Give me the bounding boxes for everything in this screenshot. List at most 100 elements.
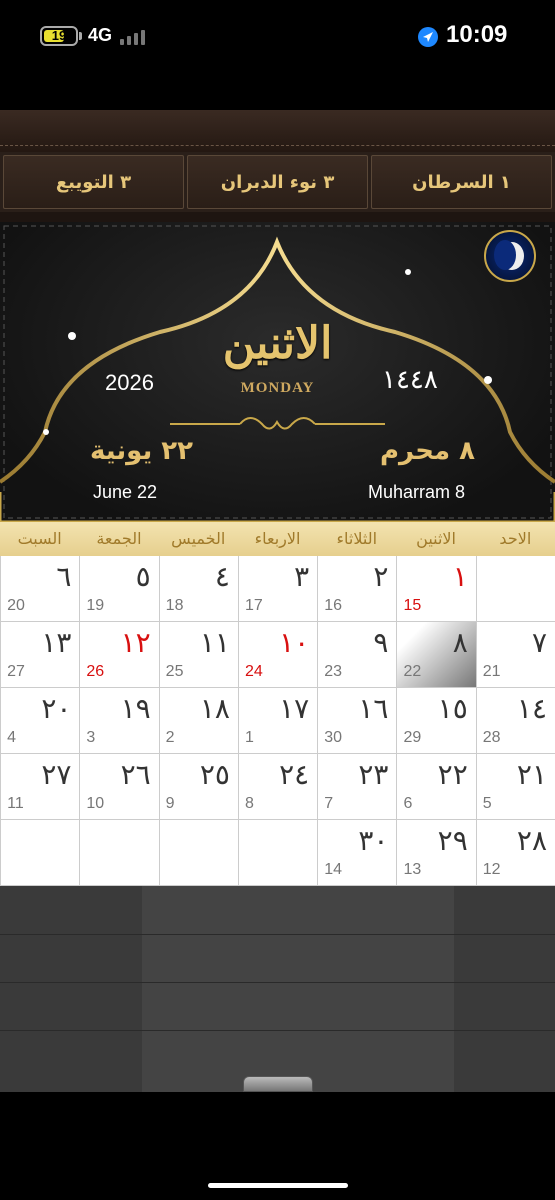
star-season-1[interactable]: ١ السرطان [371, 155, 552, 209]
weekday-label: السبت [17, 529, 62, 548]
hijri-year: ١٤٤٨ [382, 365, 438, 395]
gregorian-day-number: 5 [482, 795, 492, 812]
day-cell[interactable]: ٥ 19 [79, 556, 159, 622]
weekday-label: الاحد [499, 529, 532, 548]
gregorian-day-number: 20 [7, 597, 25, 614]
day-cell[interactable]: ٢٢ 6 [396, 754, 476, 820]
battery-icon: 19 [40, 26, 78, 46]
gregorian-day-number: 1 [244, 729, 254, 746]
hijri-day-number: ٢ [373, 560, 389, 593]
day-cell[interactable]: ١ 15 [396, 556, 476, 622]
empty-cell [237, 820, 318, 886]
location-arrow-icon [418, 27, 438, 47]
day-cell[interactable]: ١٦ 30 [317, 688, 397, 754]
gregorian-day-number: 27 [7, 663, 25, 680]
weekday-label: الجمعة [96, 529, 142, 548]
gregorian-day-number: 7 [324, 795, 334, 812]
gregorian-day-number: 8 [244, 795, 254, 812]
hijri-day-number: ٣ [294, 560, 310, 593]
gregorian-year: 2026 [105, 370, 154, 395]
hijri-day-number: ٧ [531, 626, 547, 659]
gregorian-day-number: 30 [324, 729, 342, 746]
clock: 10:09 [446, 21, 508, 48]
day-cell[interactable]: ١٧ 1 [237, 688, 318, 754]
drawer-handle[interactable] [243, 1076, 313, 1092]
day-cell[interactable]: ٢٨ 12 [475, 820, 555, 886]
status-bar: 19 4G 10:09 [0, 0, 555, 80]
day-cell[interactable]: ١١ 25 [158, 622, 238, 688]
gregorian-day-number: 4 [7, 729, 17, 746]
day-cell[interactable]: ٢٠ 4 [0, 688, 80, 754]
star-season-2[interactable]: ٣ نوء الدبران [187, 155, 368, 209]
day-cell[interactable]: ٢٦ 10 [79, 754, 159, 820]
star-season-3[interactable]: ٣ التويبع [3, 155, 184, 209]
empty-cell [0, 820, 80, 886]
day-cell[interactable]: ١٢ 26 [79, 622, 159, 688]
gregorian-day-number: 2 [165, 729, 175, 746]
day-cell[interactable]: ٨ 22 [396, 622, 476, 688]
ornamental-arch-frame [0, 225, 555, 522]
day-cell[interactable]: ٣٠ 14 [317, 820, 397, 886]
battery-level: 19 [51, 28, 67, 43]
gregorian-day-number: 23 [324, 663, 342, 680]
weekday-label: الاثنين [416, 529, 456, 548]
weekday-english: MONDAY [240, 380, 315, 396]
day-cell[interactable]: ٦ 20 [0, 556, 80, 622]
weekday-label: الخميس [171, 529, 226, 548]
day-cell[interactable]: ٢١ 5 [475, 754, 555, 820]
hijri-day-number: ٣٠ [358, 824, 389, 857]
empty-cell [79, 820, 159, 886]
hijri-day-number: ١٨ [199, 692, 230, 725]
hijri-day-number: ٢٣ [358, 758, 389, 791]
hijri-day-number: ٢٠ [41, 692, 72, 725]
hijri-day-number: ٢٩ [437, 824, 468, 857]
empty-cell [158, 820, 238, 886]
gregorian-day-number: 25 [165, 663, 184, 680]
day-cell[interactable]: ١٤ 28 [475, 688, 555, 754]
day-cell[interactable]: ١٠ 24 [237, 622, 318, 688]
star-seasons-bar: ٣ التويبع ٣ نوء الدبران ١ السرطان [0, 152, 555, 212]
network-label: 4G [88, 25, 113, 45]
gregorian-day-number: 9 [165, 795, 175, 812]
day-cell[interactable]: ٧ 21 [475, 622, 555, 688]
gregorian-date-arabic: ٢٢ يونية [90, 436, 194, 466]
day-cell[interactable]: ٢٣ 7 [317, 754, 397, 820]
gregorian-day-number: 16 [324, 597, 342, 614]
gregorian-day-number: 24 [244, 663, 263, 680]
hijri-day-number: ٢٧ [41, 758, 72, 791]
hijri-day-number: ١٦ [358, 692, 389, 725]
day-cell[interactable]: ٤ 18 [158, 556, 238, 622]
gregorian-day-number: 22 [403, 663, 422, 680]
hijri-day-number: ١٧ [279, 692, 310, 725]
day-cell[interactable]: ١٩ 3 [79, 688, 159, 754]
day-cell[interactable]: ٢٥ 9 [158, 754, 238, 820]
date-header: الاثنين MONDAY 2026 ١٤٤٨ ٢٢ يونية ٨ محرم… [0, 222, 555, 522]
day-cell[interactable]: ٢٤ 8 [237, 754, 318, 820]
gregorian-day-number: 13 [403, 861, 422, 878]
gregorian-day-number: 15 [403, 597, 422, 614]
hijri-day-number: ٢١ [516, 758, 547, 791]
hijri-day-number: ١٥ [437, 692, 468, 725]
gregorian-day-number: 28 [482, 729, 501, 746]
hijri-date-english: Muharram 8 [368, 482, 466, 502]
moon-phase-icon[interactable] [484, 230, 536, 282]
day-cell[interactable]: ٢٩ 13 [396, 820, 476, 886]
hijri-day-number: ٩ [373, 626, 389, 659]
hijri-day-number: ٢٨ [516, 824, 547, 857]
hijri-day-number: ٨ [452, 626, 468, 659]
hijri-day-number: ٢٤ [279, 758, 310, 791]
gregorian-day-number: 6 [403, 795, 413, 812]
day-cell[interactable]: ٢ 16 [317, 556, 397, 622]
gregorian-date-english: June 22 [93, 482, 158, 502]
day-cell[interactable]: ١٨ 2 [158, 688, 238, 754]
top-strip [0, 110, 555, 152]
gregorian-day-number: 17 [244, 597, 263, 614]
day-cell[interactable]: ١٥ 29 [396, 688, 476, 754]
hijri-day-number: ١٠ [279, 626, 310, 659]
home-indicator[interactable] [208, 1183, 348, 1188]
day-cell[interactable]: ٩ 23 [317, 622, 397, 688]
empty-cell [475, 556, 555, 622]
day-cell[interactable]: ١٣ 27 [0, 622, 80, 688]
day-cell[interactable]: ٢٧ 11 [0, 754, 80, 820]
day-cell[interactable]: ٣ 17 [237, 556, 318, 622]
